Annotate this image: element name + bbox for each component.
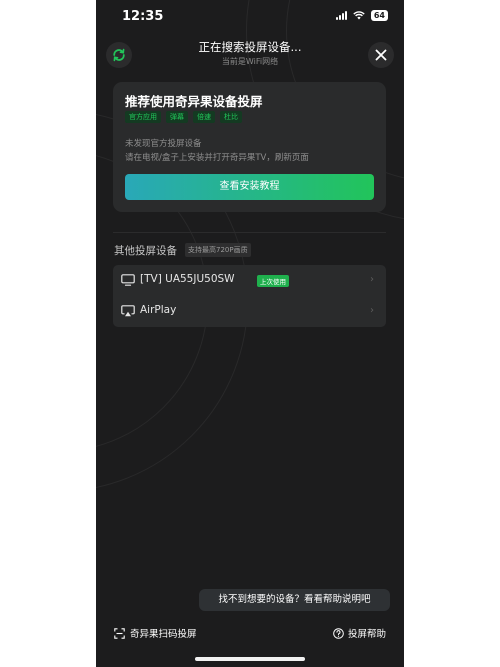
battery-indicator: 64 (370, 10, 388, 21)
last-used-badge: 上次使用 (257, 275, 289, 287)
search-header: 正在搜索投屏设备... 当前是WiFi网络 (96, 34, 404, 78)
recommend-card: 推荐使用奇异果设备投屏 官方应用 弹幕 倍速 杜比 未发现官方投屏设备 请在电视… (113, 82, 386, 212)
feature-tag: 倍速 (193, 111, 215, 123)
cellular-signal-icon (335, 11, 347, 20)
help-icon (333, 627, 344, 639)
airplay-icon (121, 305, 135, 317)
device-item-airplay[interactable]: AirPlay › (113, 296, 386, 327)
other-devices-title: 其他投屏设备 (114, 245, 177, 257)
close-icon (375, 49, 387, 61)
scan-to-cast-button[interactable]: 奇异果扫码投屏 (114, 626, 197, 640)
feature-tag: 官方应用 (125, 111, 161, 123)
chevron-right-icon: › (370, 305, 374, 316)
device-name: AirPlay (140, 304, 177, 316)
cast-help-button[interactable]: 投屏帮助 (333, 626, 386, 640)
no-device-text: 未发现官方投屏设备 (125, 139, 202, 149)
status-bar: 12:35 64 (96, 0, 404, 34)
device-list: [TV] UA55JU50SW 上次使用 › AirPlay › (113, 265, 386, 327)
help-tooltip[interactable]: 找不到想要的设备？看看帮助说明吧 (199, 589, 390, 611)
tv-icon (121, 274, 135, 286)
home-indicator[interactable] (195, 657, 305, 661)
view-install-guide-button[interactable]: 查看安装教程 (125, 174, 374, 200)
device-item-tv[interactable]: [TV] UA55JU50SW 上次使用 › (113, 265, 386, 296)
feature-tags: 官方应用 弹幕 倍速 杜比 (125, 111, 242, 123)
chevron-right-icon: › (370, 274, 374, 285)
close-button[interactable] (368, 42, 394, 68)
status-time: 12:35 (122, 9, 164, 24)
app-screen: 12:35 64 正在搜索投屏设备... 当前是WiFi网络 推荐使用奇异果设备… (96, 0, 404, 667)
help-label: 投屏帮助 (347, 629, 386, 640)
scan-label: 奇异果扫码投屏 (130, 629, 197, 640)
status-icons: 64 (335, 10, 388, 21)
network-status: 当前是WiFi网络 (221, 57, 279, 66)
device-name: [TV] UA55JU50SW (140, 273, 235, 285)
recommend-title: 推荐使用奇异果设备投屏 (125, 94, 263, 109)
install-hint-text: 请在电视/盒子上安装并打开奇异果TV，刷新页面 (125, 153, 309, 163)
wifi-icon (353, 11, 365, 20)
scan-icon (114, 627, 125, 639)
section-divider (113, 232, 386, 233)
feature-tag: 杜比 (220, 111, 242, 123)
feature-tag: 弹幕 (166, 111, 188, 123)
quality-badge: 支持最高720P画质 (185, 243, 251, 257)
header-title: 正在搜索投屏设备... (198, 40, 302, 54)
